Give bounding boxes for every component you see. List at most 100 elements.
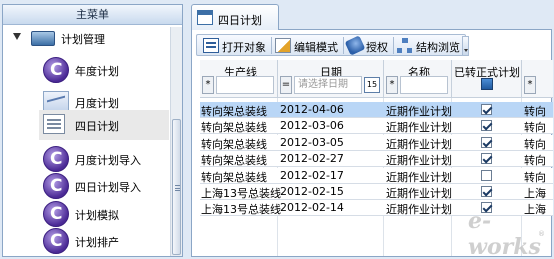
expand-arrow-icon[interactable] — [13, 33, 21, 40]
sidebar-scrollbar[interactable] — [170, 27, 182, 256]
edit-mode-button[interactable]: 编辑模式 — [275, 37, 339, 54]
column-header-extra[interactable]: * — [522, 60, 553, 98]
column-header-line[interactable]: 生产线 * — [200, 60, 278, 98]
chart-icon — [43, 91, 69, 111]
table-row[interactable]: 转向架总装线 2012-03-06 近期作业计划 转向 — [200, 118, 553, 135]
date-filter-input[interactable]: 请选择日期 — [294, 76, 362, 94]
cell-extra: 上海 — [524, 187, 546, 200]
filter-operator-button[interactable]: * — [386, 76, 398, 94]
cell-name: 近期作业计划 — [386, 121, 452, 135]
official-plan-checkbox[interactable] — [481, 104, 492, 115]
cell-date: 2012-03-06 — [280, 119, 344, 133]
cell-line: 转向架总装线 — [201, 170, 267, 184]
plan-c-icon — [43, 228, 69, 254]
tree-item-label: 计划排产 — [75, 236, 119, 249]
toolbar-divider — [393, 37, 394, 54]
header-checkbox-filter[interactable] — [481, 78, 493, 90]
filter-operator-button[interactable]: * — [202, 76, 214, 94]
open-object-label: 打开对象 — [222, 41, 266, 54]
main-menu-header: 主菜单 — [3, 5, 182, 25]
list-icon — [203, 38, 219, 53]
cell-extra: 转向 — [524, 154, 546, 168]
calendar-picker-button[interactable]: 15 — [364, 77, 380, 93]
tree-node-label: 计划管理 — [61, 33, 105, 46]
cell-extra: 转向 — [524, 121, 546, 135]
official-plan-checkbox[interactable] — [481, 169, 492, 181]
cell-name: 近期作业计划 — [386, 105, 452, 118]
cell-name: 近期作业计划 — [386, 187, 452, 200]
table-row[interactable]: 转向架总装线 2012-02-17 近期作业计划 转向 — [200, 167, 553, 184]
plan-c-icon — [43, 57, 69, 83]
toolbar-divider — [271, 37, 272, 54]
cell-date: 2012-02-27 — [280, 152, 344, 166]
panel-splitter[interactable] — [183, 4, 189, 257]
column-header-official[interactable]: 已转正式计划 — [452, 60, 522, 98]
cell-name: 近期作业计划 — [386, 203, 452, 217]
tree-item-annual-plan[interactable]: 年度计划 — [39, 55, 169, 85]
cell-line: 转向架总装线 — [201, 154, 267, 168]
column-header-name[interactable]: 名称 * — [384, 60, 452, 98]
toolbar-divider — [343, 37, 344, 54]
table-row[interactable]: 转向架总装线 2012-02-27 近期作业计划 转向 — [200, 151, 553, 168]
structure-browse-label: 结构浏览 — [416, 41, 460, 54]
tree-item-plan-simulation[interactable]: 计划模拟 — [39, 199, 169, 229]
official-plan-checkbox[interactable] — [481, 153, 492, 165]
cell-line: 转向架总装线 — [201, 121, 267, 135]
authorize-button[interactable]: 授权 — [344, 35, 389, 56]
cell-date: 2012-02-17 — [280, 168, 344, 182]
tree-item-plan-scheduling[interactable]: 计划排产 — [39, 226, 169, 256]
tab-four-day-plan[interactable]: 四日计划 — [191, 4, 279, 30]
plan-c-icon — [43, 173, 69, 199]
cell-date: 2012-03-05 — [280, 135, 344, 149]
tree-node-plan-management[interactable]: 计划管理 — [3, 27, 171, 49]
table-row[interactable]: 转向架总装线 2012-03-05 近期作业计划 转向 — [200, 134, 553, 151]
table-row[interactable]: 上海13号总装线 2012-02-15 近期作业计划 上海 — [200, 184, 553, 200]
cell-line: 上海13号总装线 — [201, 203, 281, 217]
toolbar: 打开对象 编辑模式 授权 结构浏览 — [196, 34, 466, 56]
filter-operator-button[interactable]: = — [280, 76, 292, 94]
plan-c-icon — [43, 146, 69, 172]
cell-extra: 转向 — [524, 137, 546, 151]
tree-item-label: 四日计划 — [75, 120, 119, 133]
tree-item-label: 年度计划 — [75, 65, 119, 78]
filter-input-line[interactable] — [216, 76, 274, 94]
tree-item-label: 计划模拟 — [75, 209, 119, 222]
cell-date: 2012-02-14 — [280, 201, 344, 215]
tree-item-four-day-plan[interactable]: 四日计划 — [39, 110, 169, 140]
official-plan-checkbox[interactable] — [481, 186, 492, 197]
main-menu-panel: 主菜单 计划管理 年度计划 月度计划 四日计划 月度计划导入 四日计划导入 计划… — [2, 4, 183, 257]
table-row[interactable]: 转向架总装线 2012-04-06 近期作业计划 转向 — [200, 102, 553, 118]
folder-icon — [31, 31, 55, 46]
structure-browse-button[interactable]: 结构浏览 — [397, 37, 463, 54]
cell-line: 上海13号总装线 — [201, 187, 281, 200]
toolbar-overflow-button[interactable] — [462, 36, 469, 56]
cell-line: 转向架总装线 — [201, 105, 267, 118]
cell-date: 2012-02-15 — [280, 185, 344, 198]
pencil-icon — [275, 38, 291, 53]
official-plan-checkbox[interactable] — [481, 120, 492, 132]
authorize-label: 授权 — [366, 41, 388, 54]
grid-header: 生产线 * 日期 = 请选择日期 15 名称 * 已转正式计划 * — [200, 60, 553, 98]
registered-mark: ® — [538, 230, 545, 238]
scrollbar-thumb[interactable] — [172, 119, 181, 255]
tree-item-monthly-plan-import[interactable]: 月度计划导入 — [39, 144, 169, 174]
column-header-date[interactable]: 日期 = 请选择日期 15 — [278, 60, 384, 98]
open-object-button[interactable]: 打开对象 — [203, 37, 267, 54]
official-plan-checkbox[interactable] — [481, 136, 492, 148]
cell-name: 近期作业计划 — [386, 170, 452, 184]
filter-input-name[interactable] — [400, 76, 448, 94]
grip-icon — [175, 185, 180, 191]
tree-item-label: 四日计划导入 — [75, 181, 141, 194]
cell-name: 近期作业计划 — [386, 137, 452, 151]
cell-line: 转向架总装线 — [201, 137, 267, 151]
tree-item-label: 月度计划 — [75, 97, 119, 110]
hierarchy-icon — [397, 38, 413, 53]
cell-name: 近期作业计划 — [386, 154, 452, 168]
plan-c-icon — [43, 201, 69, 227]
cell-extra: 转向 — [524, 105, 546, 118]
filter-operator-button[interactable]: * — [524, 76, 536, 94]
tag-icon — [344, 35, 366, 56]
tree-item-four-day-plan-import[interactable]: 四日计划导入 — [39, 171, 169, 201]
tab-label: 四日计划 — [218, 14, 262, 27]
document-icon — [43, 114, 65, 134]
